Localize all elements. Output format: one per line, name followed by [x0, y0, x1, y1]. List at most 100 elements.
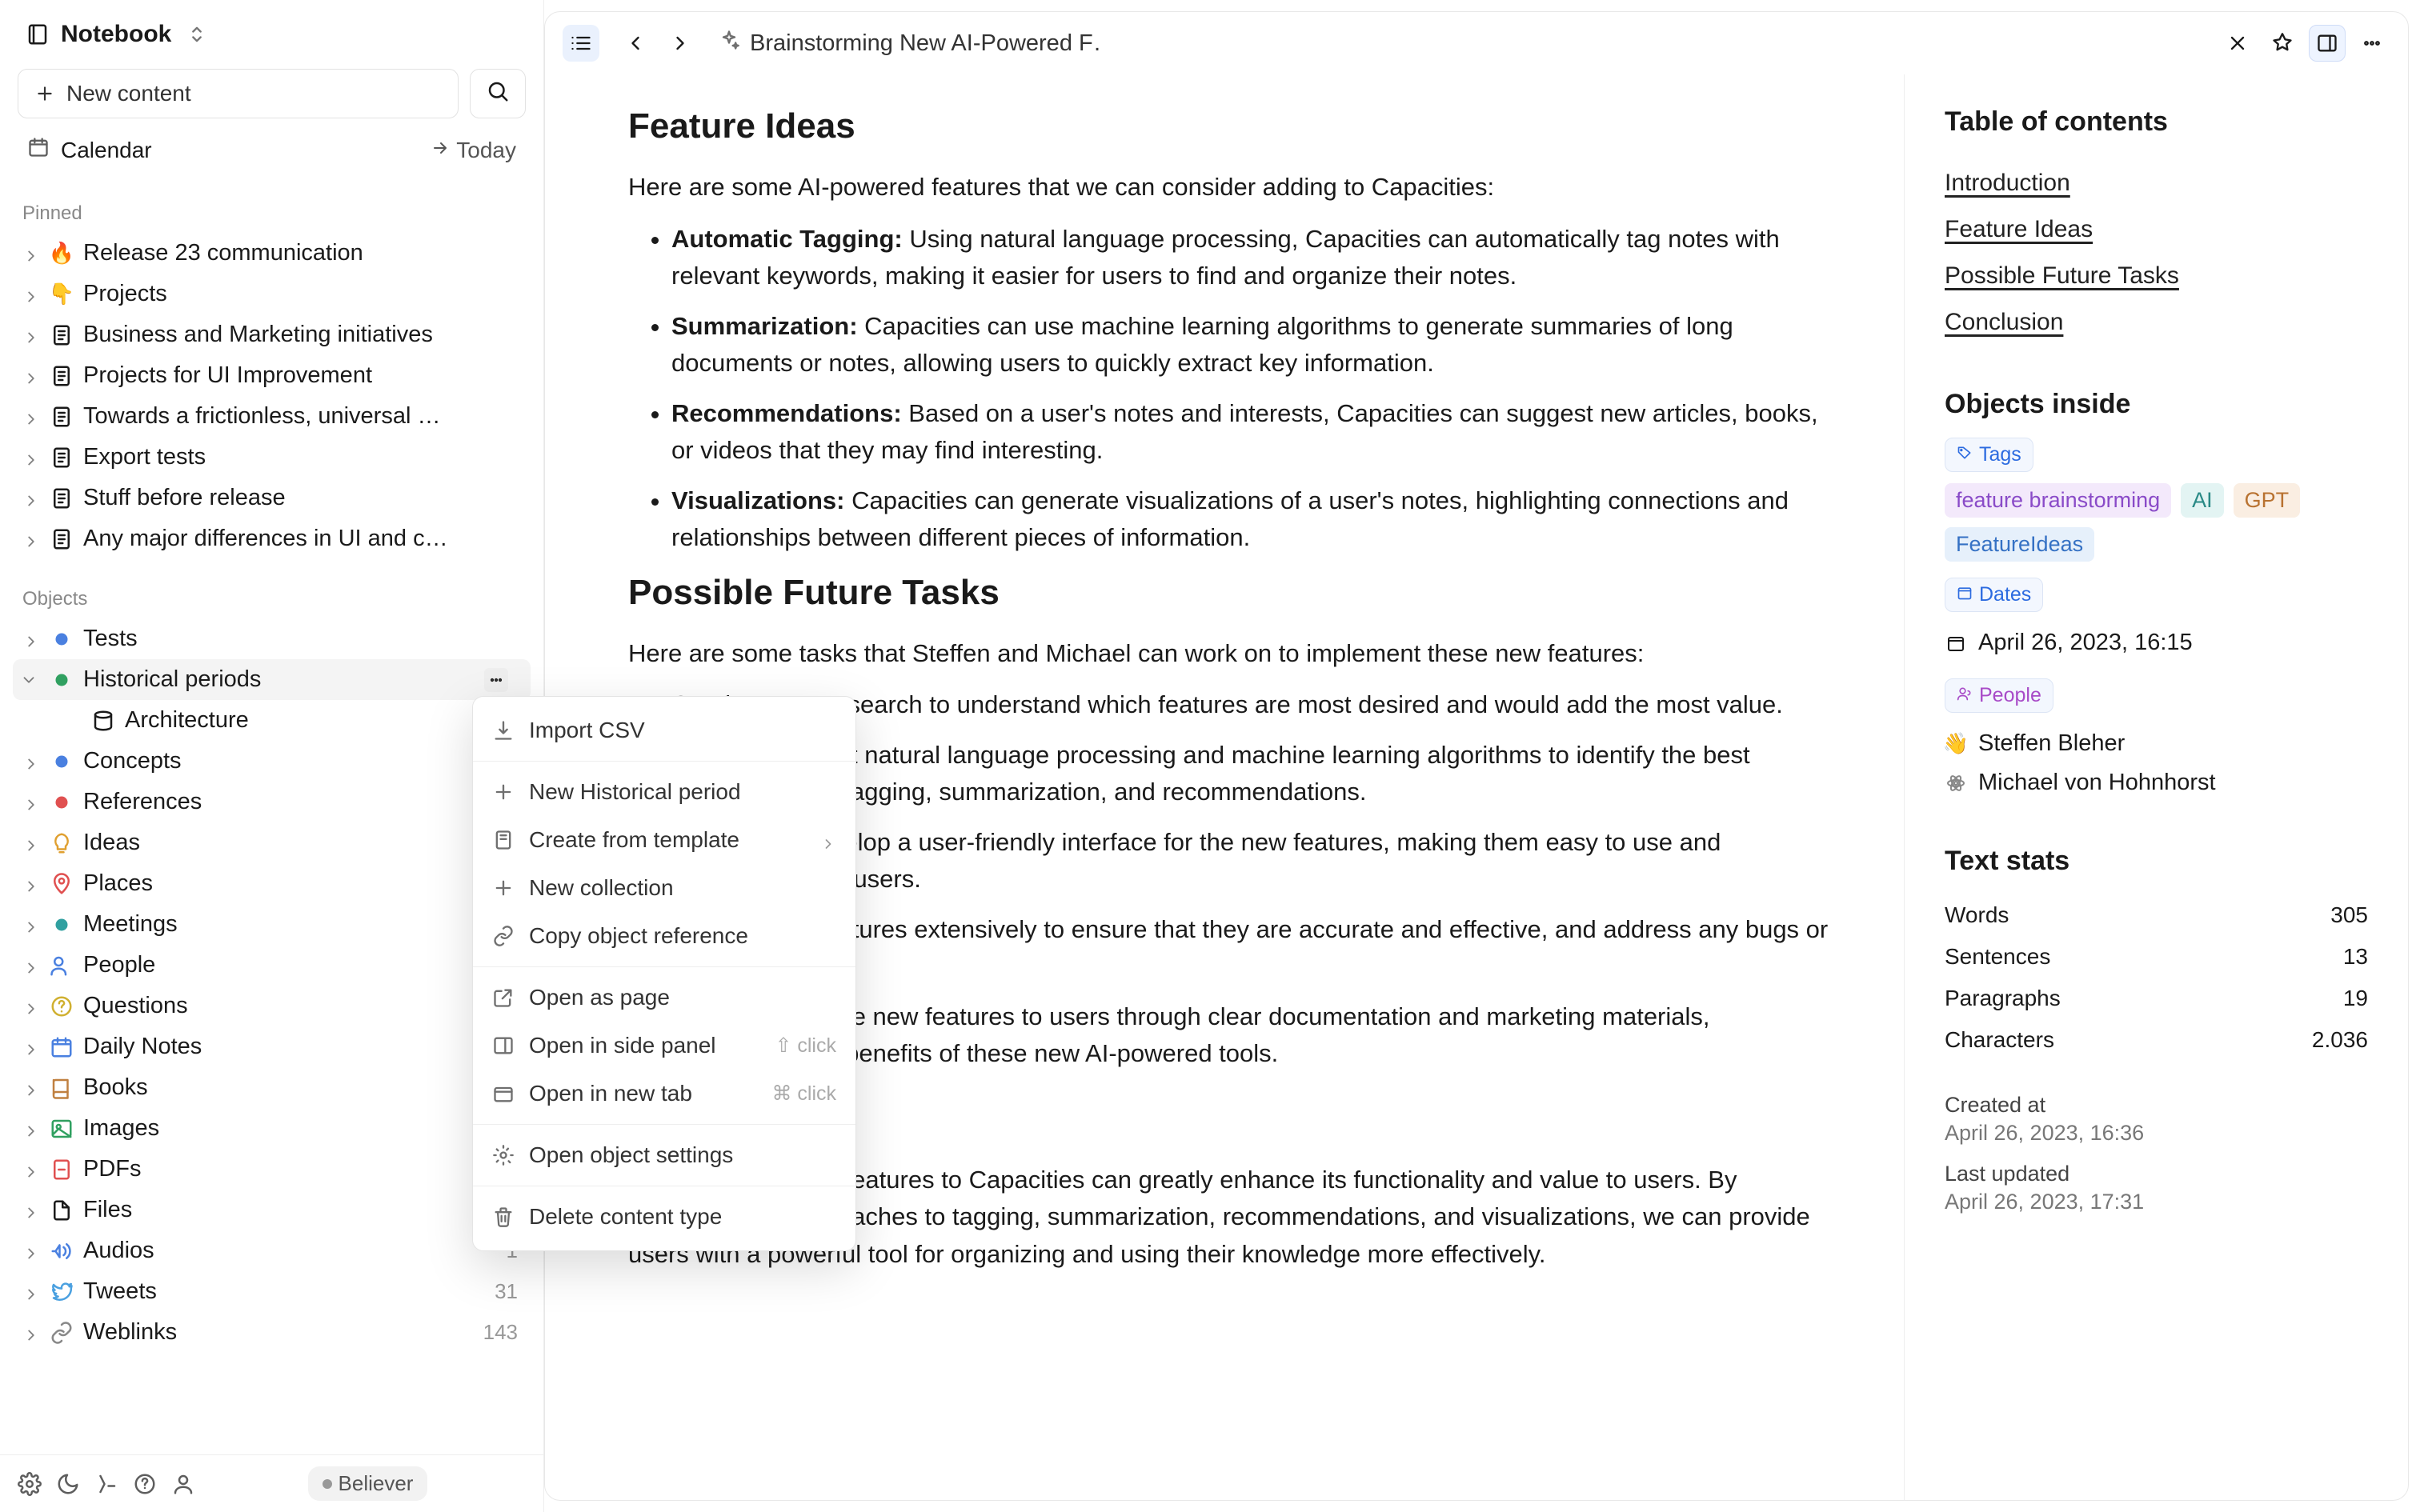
- more-icon[interactable]: [484, 668, 508, 692]
- plan-label: Believer: [339, 1471, 414, 1496]
- item-label: Files: [83, 1197, 485, 1223]
- ctx-import-csv[interactable]: Import CSV: [473, 706, 855, 754]
- command-button[interactable]: [94, 1472, 118, 1496]
- ctx-open-settings[interactable]: Open object settings: [473, 1131, 855, 1179]
- ctx-new-collection[interactable]: New collection: [473, 864, 855, 912]
- pinned-item[interactable]: 🔥Release 23 communication: [13, 233, 531, 274]
- plan-badge[interactable]: Believer: [308, 1466, 428, 1501]
- list-view-toggle[interactable]: [563, 25, 599, 62]
- object-type-item[interactable]: References: [13, 782, 531, 822]
- pin-button[interactable]: [2264, 25, 2301, 62]
- help-button[interactable]: [133, 1472, 157, 1496]
- object-type-item[interactable]: Daily Notes2: [13, 1026, 531, 1067]
- gear-icon: [492, 1144, 515, 1166]
- person-entry[interactable]: 👋Steffen Bleher: [1945, 724, 2368, 763]
- item-label: Projects: [83, 281, 521, 307]
- pinned-item[interactable]: Towards a frictionless, universal …: [13, 396, 531, 437]
- ctx-create-template[interactable]: Create from template: [473, 816, 855, 864]
- search-button[interactable]: [470, 69, 526, 118]
- external-icon: [492, 986, 515, 1009]
- chevron-right-icon: [22, 794, 40, 811]
- chevron-right-icon: [22, 1161, 40, 1178]
- object-type-item[interactable]: Images3: [13, 1108, 531, 1149]
- object-type-item[interactable]: Audios1: [13, 1230, 531, 1271]
- pinned-item[interactable]: Export tests: [13, 437, 531, 478]
- item-icon: [50, 1280, 74, 1304]
- workspace-switcher[interactable]: Notebook: [18, 14, 526, 54]
- calendar-icon: [1957, 583, 1973, 606]
- new-content-button[interactable]: New content: [18, 69, 459, 118]
- pinned-item[interactable]: 👇Projects: [13, 274, 531, 314]
- nav-back-button[interactable]: [617, 25, 654, 62]
- account-button[interactable]: [171, 1472, 195, 1496]
- person-entry[interactable]: Michael von Hohnhorst: [1945, 763, 2368, 802]
- chevron-right-icon: [22, 1202, 40, 1219]
- object-type-item[interactable]: Weblinks143: [13, 1312, 531, 1353]
- ctx-copy-ref[interactable]: Copy object reference: [473, 912, 855, 960]
- workspace-name: Notebook: [61, 21, 171, 48]
- stat-row: Paragraphs19: [1945, 978, 2368, 1019]
- chevron-right-icon: [22, 875, 40, 893]
- people-chip[interactable]: People: [1945, 678, 2053, 713]
- pinned-item[interactable]: Business and Marketing initiatives: [13, 314, 531, 355]
- calendar-link[interactable]: Calendar: [27, 136, 152, 164]
- template-icon: [492, 829, 515, 851]
- chevron-right-icon: [22, 286, 40, 303]
- object-type-item[interactable]: Places: [13, 863, 531, 904]
- nav-forward-button[interactable]: [662, 25, 699, 62]
- tag[interactable]: AI: [2181, 483, 2224, 518]
- tag[interactable]: feature brainstorming: [1945, 483, 2171, 518]
- pinned-item[interactable]: Stuff before release: [13, 478, 531, 518]
- object-type-item[interactable]: Architecture: [13, 700, 531, 741]
- object-type-item[interactable]: People: [13, 945, 531, 986]
- ctx-open-tab[interactable]: Open in new tab ⌘ click: [473, 1070, 855, 1118]
- toc-link[interactable]: Introduction: [1945, 160, 2368, 206]
- object-type-item[interactable]: Historical periods: [13, 659, 531, 700]
- actions-button[interactable]: [2219, 25, 2256, 62]
- pinned-item[interactable]: Projects for UI Improvement: [13, 355, 531, 396]
- updated-label: Last updated: [1945, 1162, 2368, 1186]
- date-entry[interactable]: April 26, 2023, 16:15: [1945, 623, 2368, 662]
- item-label: References: [83, 789, 508, 815]
- toggle-panel-button[interactable]: [2309, 25, 2346, 62]
- item-label: Tests: [83, 626, 508, 652]
- ctx-delete-type[interactable]: Delete content type: [473, 1193, 855, 1241]
- calendar-label: Calendar: [61, 138, 152, 163]
- object-type-item[interactable]: PDFs14: [13, 1149, 531, 1190]
- today-button[interactable]: Today: [431, 138, 516, 163]
- ctx-open-page[interactable]: Open as page: [473, 974, 855, 1022]
- object-type-item[interactable]: Concepts: [13, 741, 531, 782]
- chevron-right-icon: [22, 957, 40, 974]
- chevron-right-icon: [22, 916, 40, 934]
- item-icon: [50, 954, 74, 978]
- dates-chip[interactable]: Dates: [1945, 578, 2043, 612]
- page-title[interactable]: Brainstorming New AI-Powered F…: [718, 29, 1102, 58]
- toc-link[interactable]: Possible Future Tasks: [1945, 253, 2368, 299]
- object-type-item[interactable]: Books: [13, 1067, 531, 1108]
- item-label: Historical periods: [83, 666, 475, 693]
- toc: IntroductionFeature IdeasPossible Future…: [1945, 160, 2368, 346]
- theme-toggle[interactable]: [56, 1472, 80, 1496]
- ctx-open-side[interactable]: Open in side panel ⇧ click: [473, 1022, 855, 1070]
- tags-chip[interactable]: Tags: [1945, 438, 2033, 472]
- item-label: Stuff before release: [83, 485, 521, 511]
- tag[interactable]: GPT: [2234, 483, 2301, 518]
- toc-link[interactable]: Conclusion: [1945, 299, 2368, 346]
- object-type-item[interactable]: Tweets31: [13, 1271, 531, 1312]
- feature-list: Automatic Tagging: Using natural languag…: [628, 221, 1840, 557]
- object-type-item[interactable]: Tests: [13, 618, 531, 659]
- chevron-right-icon: [22, 1120, 40, 1138]
- item-icon: [50, 627, 74, 651]
- object-type-item[interactable]: Files12: [13, 1190, 531, 1230]
- toc-link[interactable]: Feature Ideas: [1945, 206, 2368, 253]
- object-type-item[interactable]: Questions: [13, 986, 531, 1026]
- pinned-item[interactable]: Any major differences in UI and c…: [13, 518, 531, 559]
- more-button[interactable]: [2354, 25, 2390, 62]
- calendar-icon: [27, 136, 50, 164]
- ctx-new-item[interactable]: New Historical period: [473, 768, 855, 816]
- chevron-right-icon: [22, 1283, 40, 1301]
- object-type-item[interactable]: Ideas: [13, 822, 531, 863]
- object-type-item[interactable]: Meetings: [13, 904, 531, 945]
- settings-button[interactable]: [18, 1472, 42, 1496]
- tag[interactable]: FeatureIdeas: [1945, 527, 2094, 562]
